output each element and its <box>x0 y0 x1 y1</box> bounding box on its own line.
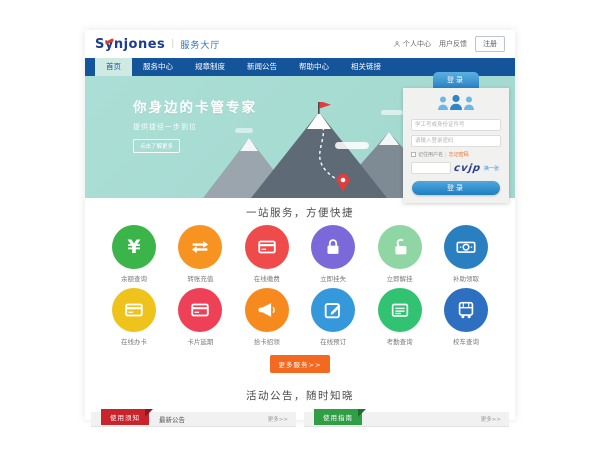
login-options-row: 记住用户名 | 忘记密码 <box>411 151 501 158</box>
service-report-loss[interactable]: 立即挂失 <box>304 225 362 283</box>
usage-guide-ribbon[interactable]: 使用指南 <box>314 409 362 425</box>
announcement-panel-notice: 使用须知 最新公告 更多>> <box>91 412 296 427</box>
service-balance-inquiry[interactable]: ¥ 余额查询 <box>105 225 163 283</box>
usage-notice-ribbon[interactable]: 使用须知 <box>101 409 149 425</box>
login-tab[interactable]: 登录 <box>433 72 479 88</box>
service-label: 转账充值 <box>171 273 229 283</box>
options-divider: | <box>445 152 447 158</box>
personal-center-label: 个人中心 <box>403 39 431 49</box>
service-card-extension[interactable]: 卡片延期 <box>171 288 229 346</box>
user-feedback-link[interactable]: 用户反馈 <box>439 39 467 49</box>
nav-item-rules[interactable]: 规章制度 <box>184 58 236 76</box>
latest-announcements-tab[interactable]: 最新公告 <box>159 414 185 424</box>
remember-checkbox[interactable] <box>411 152 416 157</box>
transfer-arrows-icon <box>178 225 222 269</box>
nav-item-service-center[interactable]: 服务中心 <box>132 58 184 76</box>
service-label: 在线办卡 <box>105 336 163 346</box>
service-label: 立即挂失 <box>304 273 362 283</box>
service-label: 在线预订 <box>304 336 362 346</box>
services-row-2: 在线办卡 卡片延期 拾卡招领 <box>85 288 515 346</box>
announcements-row: 使用须知 最新公告 更多>> 使用指南 更多>> <box>85 412 515 427</box>
services-section: 一站服务，方便快捷 ¥ 余额查询 转账充值 在线缴费 <box>85 198 515 373</box>
personal-center-link[interactable]: 个人中心 <box>393 39 431 49</box>
cloud-icon <box>335 142 369 149</box>
login-panel: 登录 记住用户名 | 忘记密码 <box>403 72 509 203</box>
captcha-input[interactable] <box>411 162 451 174</box>
services-title: 一站服务，方便快捷 <box>85 205 515 220</box>
top-header: Synjones | 服务大厅 个人中心 用户反馈 注册 <box>85 30 515 58</box>
hero-subtitle: 提供捷径一步到位 <box>133 122 257 132</box>
password-input[interactable] <box>411 135 501 147</box>
forgot-password-link[interactable]: 忘记密码 <box>449 151 469 158</box>
nav-item-help-center[interactable]: 帮助中心 <box>288 58 340 76</box>
flag-pole <box>318 102 320 114</box>
more-link[interactable]: 更多>> <box>481 415 501 423</box>
nav-item-links[interactable]: 相关链接 <box>340 58 392 76</box>
service-label: 立即解挂 <box>371 273 429 283</box>
yuan-icon: ¥ <box>112 225 156 269</box>
credit-card-icon <box>112 288 156 332</box>
service-label: 在线缴费 <box>238 273 296 283</box>
site-frame: Synjones | 服务大厅 个人中心 用户反馈 注册 首页 服务中心 规章制… <box>85 30 515 420</box>
nav-item-home[interactable]: 首页 <box>95 58 132 76</box>
bus-icon <box>444 288 488 332</box>
service-subsidy-collect[interactable]: 补助领取 <box>437 225 495 283</box>
hero-more-button[interactable]: 点击了解更多 <box>133 139 180 153</box>
site-name: 服务大厅 <box>180 38 220 51</box>
more-services-button[interactable]: 更多服务>> <box>270 355 331 373</box>
service-cancel-loss[interactable]: 立即解挂 <box>371 225 429 283</box>
red-flag-icon <box>320 102 331 109</box>
service-label: 余额查询 <box>105 273 163 283</box>
logo-divider: | <box>171 39 174 49</box>
announcement-panel-guide: 使用指南 更多>> <box>304 412 509 427</box>
announcements-title: 活动公告，随时知晓 <box>85 388 515 403</box>
service-label: 校车查询 <box>437 336 495 346</box>
captcha-image[interactable]: cvjp <box>453 163 482 174</box>
users-group-icon <box>411 94 501 115</box>
service-online-payment[interactable]: 在线缴费 <box>238 225 296 283</box>
service-attendance-inquiry[interactable]: 考勤查询 <box>371 288 429 346</box>
hero-title: 你身边的卡管专家 <box>133 96 257 116</box>
banknote-icon <box>444 225 488 269</box>
service-school-bus-inquiry[interactable]: 校车查询 <box>437 288 495 346</box>
service-label: 拾卡招领 <box>238 336 296 346</box>
unlock-icon <box>378 225 422 269</box>
user-feedback-label: 用户反馈 <box>439 39 467 49</box>
service-online-booking[interactable]: 在线预订 <box>304 288 362 346</box>
service-label: 考勤查询 <box>371 336 429 346</box>
header-right: 个人中心 用户反馈 注册 <box>393 36 505 52</box>
page: Synjones | 服务大厅 个人中心 用户反馈 注册 首页 服务中心 规章制… <box>0 0 600 450</box>
edit-icon <box>311 288 355 332</box>
register-button[interactable]: 注册 <box>475 36 505 52</box>
services-row-1: ¥ 余额查询 转账充值 在线缴费 <box>85 225 515 283</box>
credit-card-icon <box>245 225 289 269</box>
more-link[interactable]: 更多>> <box>268 415 288 423</box>
attendance-list-icon <box>378 288 422 332</box>
nav-item-news[interactable]: 新闻公告 <box>236 58 288 76</box>
service-online-card-apply[interactable]: 在线办卡 <box>105 288 163 346</box>
service-label: 卡片延期 <box>171 336 229 346</box>
captcha-refresh-link[interactable]: 换一张 <box>484 165 499 172</box>
remember-label: 记住用户名 <box>418 151 443 158</box>
captcha-row: cvjp 换一张 <box>411 162 501 174</box>
cloud-icon <box>381 110 403 115</box>
lock-icon <box>311 225 355 269</box>
login-submit-button[interactable]: 登录 <box>412 181 500 195</box>
brand-logo[interactable]: Synjones | 服务大厅 <box>95 37 220 52</box>
service-found-card-claim[interactable]: 拾卡招领 <box>238 288 296 346</box>
hero-text: 你身边的卡管专家 提供捷径一步到位 点击了解更多 <box>133 96 257 153</box>
username-input[interactable] <box>411 119 501 131</box>
credit-card-icon <box>178 288 222 332</box>
megaphone-icon <box>245 288 289 332</box>
service-label: 补助领取 <box>437 273 495 283</box>
user-icon <box>393 40 401 48</box>
service-transfer-recharge[interactable]: 转账充值 <box>171 225 229 283</box>
